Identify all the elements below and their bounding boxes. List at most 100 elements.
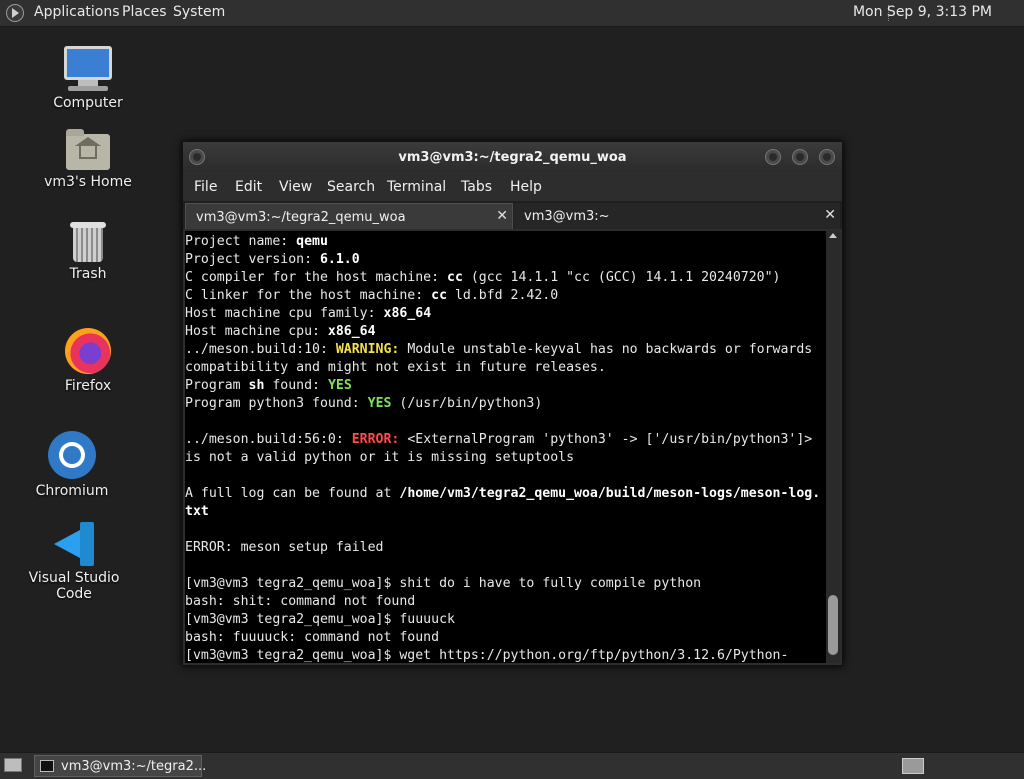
vscode-icon — [52, 522, 96, 566]
menu-file[interactable]: File — [194, 179, 217, 195]
terminal-line: Host machine cpu family: x86_64 — [185, 305, 826, 323]
menu-view[interactable]: View — [279, 179, 312, 195]
trash-icon — [70, 222, 106, 262]
terminal-segment: bash: fuuuuck: command not found — [185, 630, 440, 645]
taskbar-label: vm3@vm3:~/tegra2... — [61, 759, 207, 774]
terminal-line: txt — [185, 503, 826, 521]
tab-close-icon[interactable]: ✕ — [496, 208, 508, 224]
tab-close-icon[interactable]: ✕ — [824, 207, 836, 223]
desktop-icon-trash[interactable]: Trash — [28, 222, 148, 282]
terminal-line: Program sh found: YES — [185, 377, 826, 395]
terminal-segment: cc — [431, 288, 448, 303]
terminal-segment: (/usr/bin/python3) — [391, 396, 543, 411]
terminal-segment: cc — [447, 270, 463, 285]
terminal-line: Program python3 found: YES (/usr/bin/pyt… — [185, 395, 826, 413]
close-icon[interactable] — [819, 149, 835, 165]
terminal-line: A full log can be found at /home/vm3/teg… — [185, 485, 826, 503]
home-folder-icon — [66, 129, 110, 170]
tab-tegra2-qemu-woa[interactable]: vm3@vm3:~/tegra2_qemu_woa ✕ — [185, 203, 513, 229]
terminal-line: Host machine cpu: x86_64 — [185, 323, 826, 341]
window-title: vm3@vm3:~/tegra2_qemu_woa — [398, 150, 627, 165]
workspace-switcher[interactable] — [902, 758, 924, 774]
menu-bar: File Edit View Search Terminal Tabs Help — [183, 172, 842, 201]
menu-edit[interactable]: Edit — [235, 179, 262, 195]
terminal-segment: C compiler for the host machine: — [185, 270, 448, 285]
terminal-segment: A full log can be found at — [185, 486, 400, 501]
desktop-icon-label: Chromium — [35, 483, 109, 499]
terminal-segment: 6.1.0 — [319, 252, 360, 267]
system-menu[interactable]: System — [173, 4, 225, 20]
terminal-segment: sh — [248, 378, 265, 393]
desktop-icon-chromium[interactable]: Chromium — [12, 431, 132, 499]
desktop-icon-vscode[interactable]: Visual Studio Code — [14, 522, 134, 602]
terminal-line: is not a valid python or it is missing s… — [185, 449, 826, 467]
desktop-icon-firefox[interactable]: Firefox — [28, 328, 148, 394]
terminal-line: Project version: 6.1.0 — [185, 251, 826, 269]
terminal-segment: WARNING: — [335, 342, 400, 357]
applications-menu-icon[interactable] — [6, 4, 24, 22]
maximize-icon[interactable] — [792, 149, 808, 165]
menu-search[interactable]: Search — [327, 179, 375, 195]
terminal-output[interactable]: Project name: qemu Project version: 6.1.0… — [185, 231, 826, 663]
firefox-icon — [65, 328, 111, 374]
menu-terminal[interactable]: Terminal — [387, 179, 446, 195]
terminal-segment: YES — [367, 396, 392, 411]
desktop-icon-computer[interactable]: Computer — [28, 46, 148, 111]
terminal-segment: ../meson.build:10: — [185, 342, 336, 357]
terminal-line: C compiler for the host machine: cc (gcc… — [185, 269, 826, 287]
terminal-window: vm3@vm3:~/tegra2_qemu_woa File Edit View… — [182, 141, 843, 666]
desktop-icon-label: Firefox — [64, 378, 112, 394]
terminal-segment: Program python3 found: — [185, 396, 368, 411]
desktop-icon-label: Computer — [53, 95, 123, 111]
terminal-segment: [vm3@vm3 tegra2_qemu_woa]$ wget https://… — [185, 648, 789, 663]
terminal-line: [vm3@vm3 tegra2_qemu_woa]$ shit do i hav… — [185, 575, 826, 593]
terminal-segment: ERROR: meson setup failed — [185, 540, 384, 555]
bottom-panel: vm3@vm3:~/tegra2... — [0, 752, 1024, 779]
terminal-segment: Host machine cpu: — [185, 324, 328, 339]
desktop-icon-label: Trash — [69, 266, 107, 282]
terminal-segment: [vm3@vm3 tegra2_qemu_woa]$ fuuuuck — [185, 612, 455, 627]
terminal-segment: (gcc 14.1.1 "cc (GCC) 14.1.1 20240720") — [462, 270, 781, 285]
scrollbar-thumb[interactable] — [828, 595, 838, 655]
terminal-segment: Program — [185, 378, 249, 393]
terminal-segment: YES — [327, 378, 352, 393]
desktop-icon-label: Visual Studio Code — [28, 570, 120, 602]
terminal-segment: Project name: — [185, 234, 297, 249]
terminal-line: bash: fuuuuck: command not found — [185, 629, 826, 647]
applications-menu[interactable]: Applications — [34, 4, 120, 20]
terminal-line: C linker for the host machine: cc ld.bfd… — [185, 287, 826, 305]
scroll-up-arrow-icon[interactable] — [829, 233, 837, 238]
window-titlebar[interactable]: vm3@vm3:~/tegra2_qemu_woa — [183, 142, 842, 172]
tab-home[interactable]: vm3@vm3:~ ✕ — [514, 203, 840, 229]
terminal-segment: x86_64 — [327, 324, 376, 339]
terminal-segment: bash: shit: command not found — [185, 594, 416, 609]
terminal-line: [vm3@vm3 tegra2_qemu_woa]$ wget https://… — [185, 647, 826, 663]
show-desktop-icon[interactable] — [4, 758, 22, 772]
taskbar-button-terminal[interactable]: vm3@vm3:~/tegra2... — [34, 755, 206, 777]
tab-bar: vm3@vm3:~/tegra2_qemu_woa ✕ vm3@vm3:~ ✕ — [183, 201, 842, 229]
terminal-text: Project name: qemu Project version: 6.1.0… — [185, 231, 826, 663]
terminal-segment: [vm3@vm3 tegra2_qemu_woa]$ shit do i hav… — [185, 576, 702, 591]
terminal-scrollbar[interactable] — [826, 231, 840, 663]
menu-tabs[interactable]: Tabs — [461, 179, 492, 195]
desktop-icon-home[interactable]: vm3's Home — [28, 129, 148, 190]
menu-help[interactable]: Help — [510, 179, 542, 195]
terminal-segment: ERROR: — [351, 432, 400, 447]
computer-icon — [64, 46, 112, 91]
minimize-icon[interactable] — [765, 149, 781, 165]
places-menu[interactable]: Places — [122, 4, 167, 20]
terminal-segment: x86_64 — [383, 306, 432, 321]
terminal-segment: Project version: — [185, 252, 320, 267]
desktop-icon-label: vm3's Home — [44, 174, 132, 190]
terminal-line: [vm3@vm3 tegra2_qemu_woa]$ fuuuuck — [185, 611, 826, 629]
terminal-segment: C linker for the host machine: — [185, 288, 432, 303]
terminal-segment: <ExternalProgram 'python3' -> ['/usr/bin… — [399, 432, 813, 447]
clock[interactable]: Mon Sep 9, 3:13 PM — [853, 4, 992, 20]
terminal-segment: qemu — [296, 234, 328, 249]
terminal-line: compatibility and might not exist in fut… — [185, 359, 826, 377]
terminal-segment: is not a valid python or it is missing s… — [185, 450, 575, 465]
terminal-line: ../meson.build:10: WARNING: Module unsta… — [185, 341, 826, 359]
terminal-icon — [40, 760, 54, 772]
